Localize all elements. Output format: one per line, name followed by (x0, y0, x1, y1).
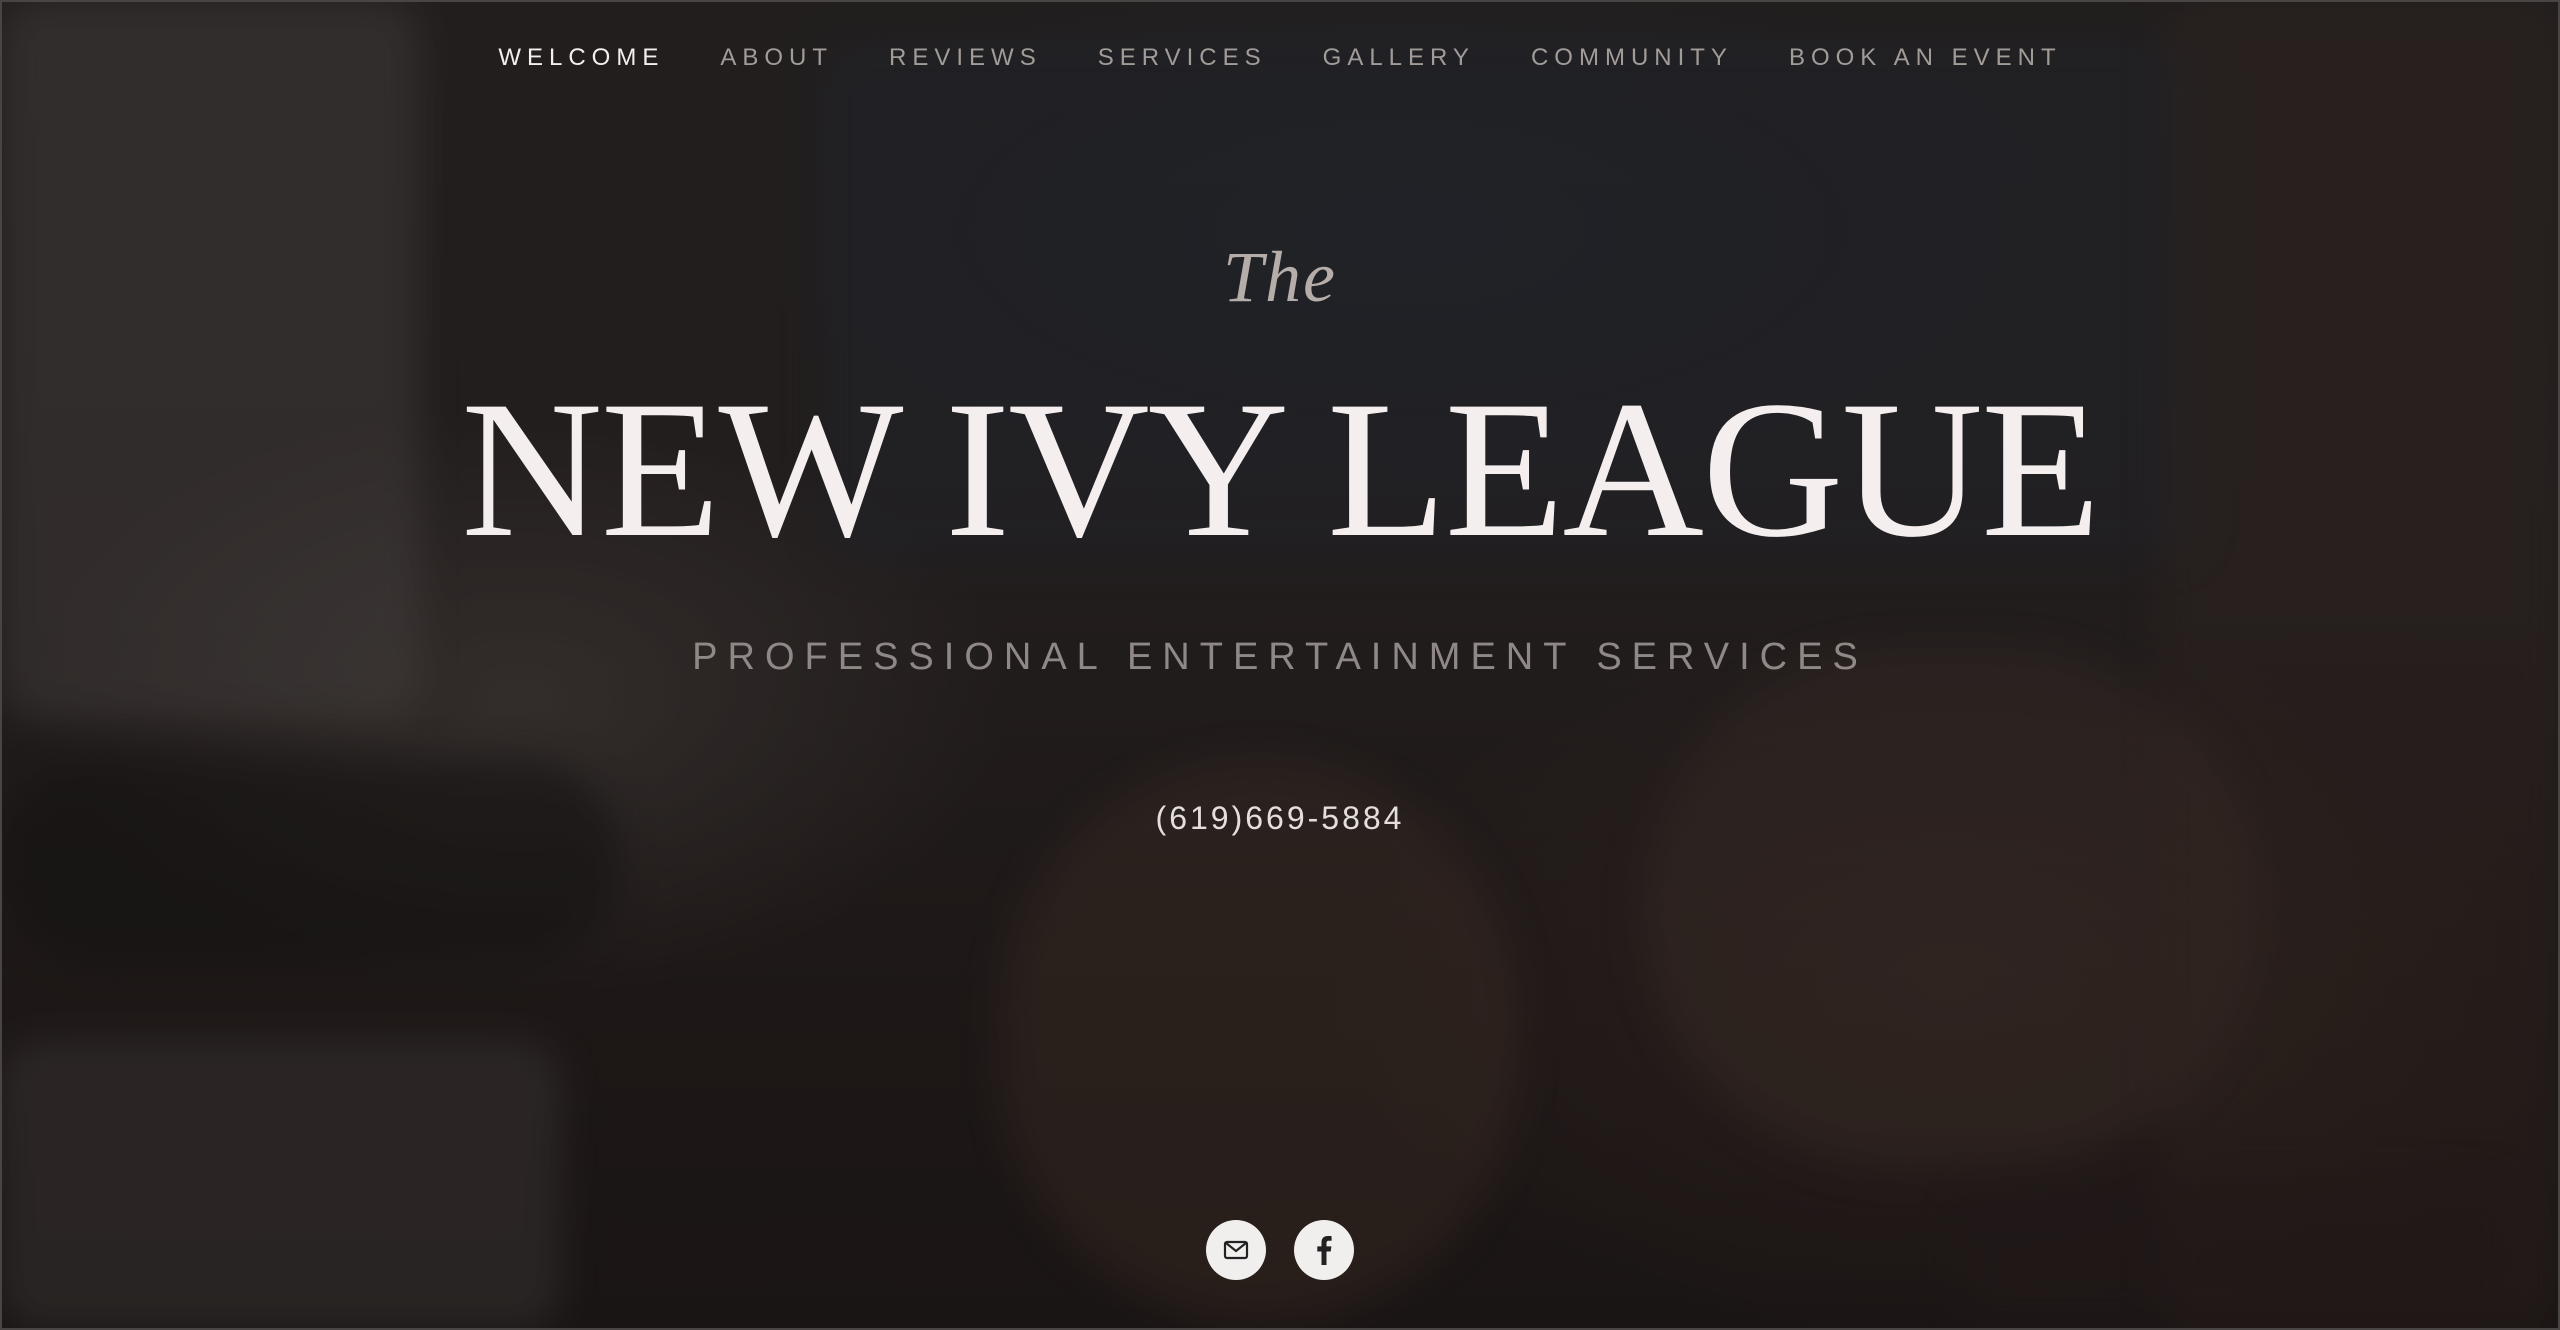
hero-pre-title: The (1223, 237, 1337, 317)
nav-link-gallery[interactable]: GALLERY (1323, 40, 1475, 76)
nav-link-welcome[interactable]: WELCOME (498, 40, 664, 76)
main-nav: WELCOME ABOUT REVIEWS SERVICES GALLERY C… (0, 40, 2560, 76)
nav-link-about[interactable]: ABOUT (720, 40, 833, 76)
phone-number[interactable]: (619)669-5884 (0, 800, 2560, 837)
nav-link-services[interactable]: SERVICES (1098, 40, 1267, 76)
mail-icon (1223, 1240, 1249, 1260)
hero-subtitle: PROFESSIONAL ENTERTAINMENT SERVICES (692, 636, 1868, 678)
nav-link-book-an-event[interactable]: BOOK AN EVENT (1789, 40, 2062, 76)
nav-link-reviews[interactable]: REVIEWS (889, 40, 1042, 76)
hero-title: NEW IVY LEAGUE (461, 361, 2101, 578)
social-links (0, 1220, 2560, 1280)
page: WELCOME ABOUT REVIEWS SERVICES GALLERY C… (0, 0, 2560, 1330)
facebook-button[interactable] (1294, 1220, 1354, 1280)
nav-link-community[interactable]: COMMUNITY (1531, 40, 1733, 76)
facebook-icon (1317, 1236, 1332, 1265)
email-button[interactable] (1206, 1220, 1266, 1280)
